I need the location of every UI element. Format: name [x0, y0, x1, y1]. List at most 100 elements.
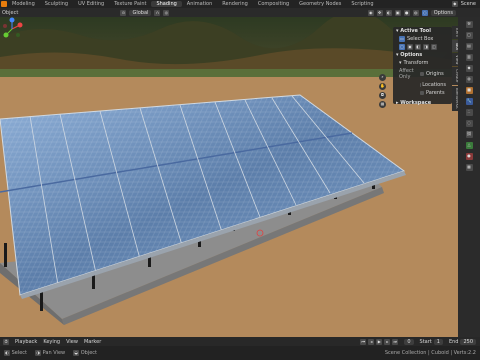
modifier-icon[interactable]: 🔧	[465, 98, 473, 105]
grid-icon[interactable]: ▦	[379, 101, 386, 108]
mouse-right-icon: ◒	[73, 350, 80, 356]
keying-menu[interactable]: Keying	[43, 339, 60, 345]
playback-controls: ⏮ ◂ ▶ ▸ ⏭	[360, 338, 399, 345]
workspace-tab-geometry-nodes[interactable]: Geometry Nodes	[294, 1, 346, 7]
xray-icon[interactable]: ▣	[394, 9, 401, 16]
gizmo-icon[interactable]: ✥	[376, 9, 383, 16]
intersect-mode-icon[interactable]: ◫	[431, 44, 437, 50]
mouse-left-icon: ◐	[4, 350, 10, 356]
scene-name[interactable]: Scene	[461, 1, 476, 7]
render-icon[interactable]: ▢	[465, 32, 473, 39]
invert-mode-icon[interactable]: ◨	[423, 44, 429, 50]
workspace-tab-uv-editing[interactable]: UV Editing	[73, 1, 109, 7]
origins-label: Origins	[426, 71, 444, 77]
scene-props-icon[interactable]: ◆	[465, 65, 473, 72]
transform-pivot-icon[interactable]: ⊙	[120, 9, 127, 16]
workspace-bar: Modeling Sculpting UV Editing Texture Paint…	[0, 0, 480, 8]
locations-label: Locations	[422, 82, 446, 88]
workspace-tab-compositing[interactable]: Compositing	[253, 1, 294, 7]
zoom-icon[interactable]: ⌕	[379, 74, 386, 81]
object-icon[interactable]: ■	[465, 87, 473, 94]
visibility-icon[interactable]: ◉	[367, 9, 374, 16]
3d-viewport[interactable]: ⌕ ✋ ◘ ▦	[0, 17, 458, 337]
object-menu[interactable]: Object	[2, 10, 18, 16]
select-box-icon: ▭	[399, 36, 405, 42]
subtract-mode-icon[interactable]: ◧	[415, 44, 421, 50]
tool-icon[interactable]: ⚒	[465, 21, 473, 28]
play-icon[interactable]: ▶	[376, 338, 383, 345]
locations-option[interactable]: Locations	[393, 81, 452, 89]
workspace-tab-shading[interactable]: Shading	[151, 1, 182, 7]
orientation-dropdown[interactable]: Global	[129, 9, 152, 16]
affect-only-label: Affect Only	[399, 68, 414, 80]
viewport-nav-tools: ⌕ ✋ ◘ ▦	[379, 74, 386, 108]
workspace-tabs: Modeling Sculpting UV Editing Texture Paint…	[7, 1, 379, 7]
material-icon[interactable]: ●	[465, 153, 473, 160]
solid-shading-icon[interactable]: ●	[403, 9, 410, 16]
view-layer-icon[interactable]: ▥	[465, 54, 473, 61]
current-frame-field[interactable]: 0	[404, 338, 414, 345]
options-header[interactable]: ▾ Options	[393, 51, 452, 59]
camera-icon[interactable]: ◘	[379, 92, 386, 99]
jump-end-icon[interactable]: ⏭	[392, 338, 399, 345]
parents-option[interactable]: Parents	[393, 89, 452, 97]
workspace-tab-scripting[interactable]: Scripting	[346, 1, 378, 7]
end-label: End	[448, 338, 459, 345]
timeline-editor-icon[interactable]: ⏱	[3, 338, 9, 345]
origins-option[interactable]: Affect Only Origins	[393, 67, 452, 81]
particles-icon[interactable]: ∴	[465, 109, 473, 116]
context-hint: ◒ Object	[73, 350, 97, 356]
world-icon[interactable]: ◍	[465, 76, 473, 83]
output-icon[interactable]: ▤	[465, 43, 473, 50]
physics-icon[interactable]: ◌	[465, 120, 473, 127]
scene-icon: ◆	[451, 1, 458, 7]
status-bar: ◐ Select ◑ Pan View ◒ Object Scene Colle…	[0, 346, 480, 360]
hand-icon[interactable]: ✋	[379, 83, 386, 90]
mouse-middle-icon: ◑	[35, 350, 42, 356]
extend-mode-icon[interactable]: ▣	[407, 44, 413, 50]
playback-menu[interactable]: Playback	[15, 339, 37, 345]
set-mode-icon[interactable]: ▢	[399, 44, 405, 50]
options-dropdown[interactable]: Options	[430, 9, 456, 16]
scene-stats: Scene Collection | Cuboid | Verts:2.2	[384, 350, 476, 356]
proportional-edit-icon[interactable]: ◎	[163, 9, 170, 16]
snap-icon[interactable]: ∩	[154, 9, 161, 16]
parents-label: Parents	[426, 90, 445, 96]
scene-selector[interactable]: ◆ Scene	[451, 1, 480, 7]
active-tool-row[interactable]: ▭ Select Box	[393, 35, 452, 43]
constraint-icon[interactable]: ⛓	[465, 131, 473, 138]
marker-menu[interactable]: Marker	[84, 339, 101, 345]
material-shading-icon[interactable]: ◍	[412, 9, 419, 16]
end-field[interactable]: 250	[460, 338, 476, 345]
next-key-icon[interactable]: ▸	[384, 338, 391, 345]
timeline-bar: ⏱ Playback Keying View Marker ⏮ ◂ ▶ ▸ ⏭ …	[0, 337, 480, 346]
workspace-header[interactable]: ▸ Workspace	[393, 99, 452, 107]
workspace-tab-animation[interactable]: Animation	[182, 1, 218, 7]
end-frame[interactable]: End 250	[448, 338, 476, 345]
tool-name: Select Box	[407, 36, 434, 42]
workspace-tab-sculpting[interactable]: Sculpting	[40, 1, 73, 7]
prev-key-icon[interactable]: ◂	[368, 338, 375, 345]
sidebar-panel: ▾ Active Tool ▭ Select Box ▢ ▣ ◧ ◨ ◫ ▾ O…	[393, 27, 452, 107]
start-label: Start	[419, 338, 432, 345]
workspace-tab-texture-paint[interactable]: Texture Paint	[109, 1, 151, 7]
view-menu[interactable]: View	[66, 339, 78, 345]
transform-header[interactable]: ▾ Transform	[393, 59, 452, 67]
workspace-tab-rendering[interactable]: Rendering	[217, 1, 253, 7]
jump-start-icon[interactable]: ⏮	[360, 338, 367, 345]
parents-checkbox[interactable]	[420, 91, 424, 95]
data-icon[interactable]: △	[465, 142, 473, 149]
rendered-shading-icon[interactable]: ○	[421, 9, 428, 16]
viewport-header: Object ⊙ Global ∩ ◎ ◉ ✥ ◐ ▣ ● ◍ ○ Option…	[0, 8, 480, 17]
overlay-icon[interactable]: ◐	[385, 9, 392, 16]
navigation-gizmo-icon[interactable]	[0, 17, 24, 41]
workspace-tab-modeling[interactable]: Modeling	[7, 1, 40, 7]
properties-strip: ⚒ ▢ ▤ ▥ ◆ ◍ ■ 🔧 ∴ ◌ ⛓ △ ● ▦	[458, 17, 480, 337]
select-mode-buttons: ▢ ▣ ◧ ◨ ◫	[393, 43, 452, 51]
texture-icon[interactable]: ▦	[465, 164, 473, 171]
pan-hint: ◑ Pan View	[35, 350, 66, 356]
origins-checkbox[interactable]	[420, 72, 424, 76]
active-tool-header[interactable]: ▾ Active Tool	[393, 27, 452, 35]
start-field[interactable]: 1	[433, 338, 443, 345]
start-frame[interactable]: Start 1	[419, 338, 443, 345]
